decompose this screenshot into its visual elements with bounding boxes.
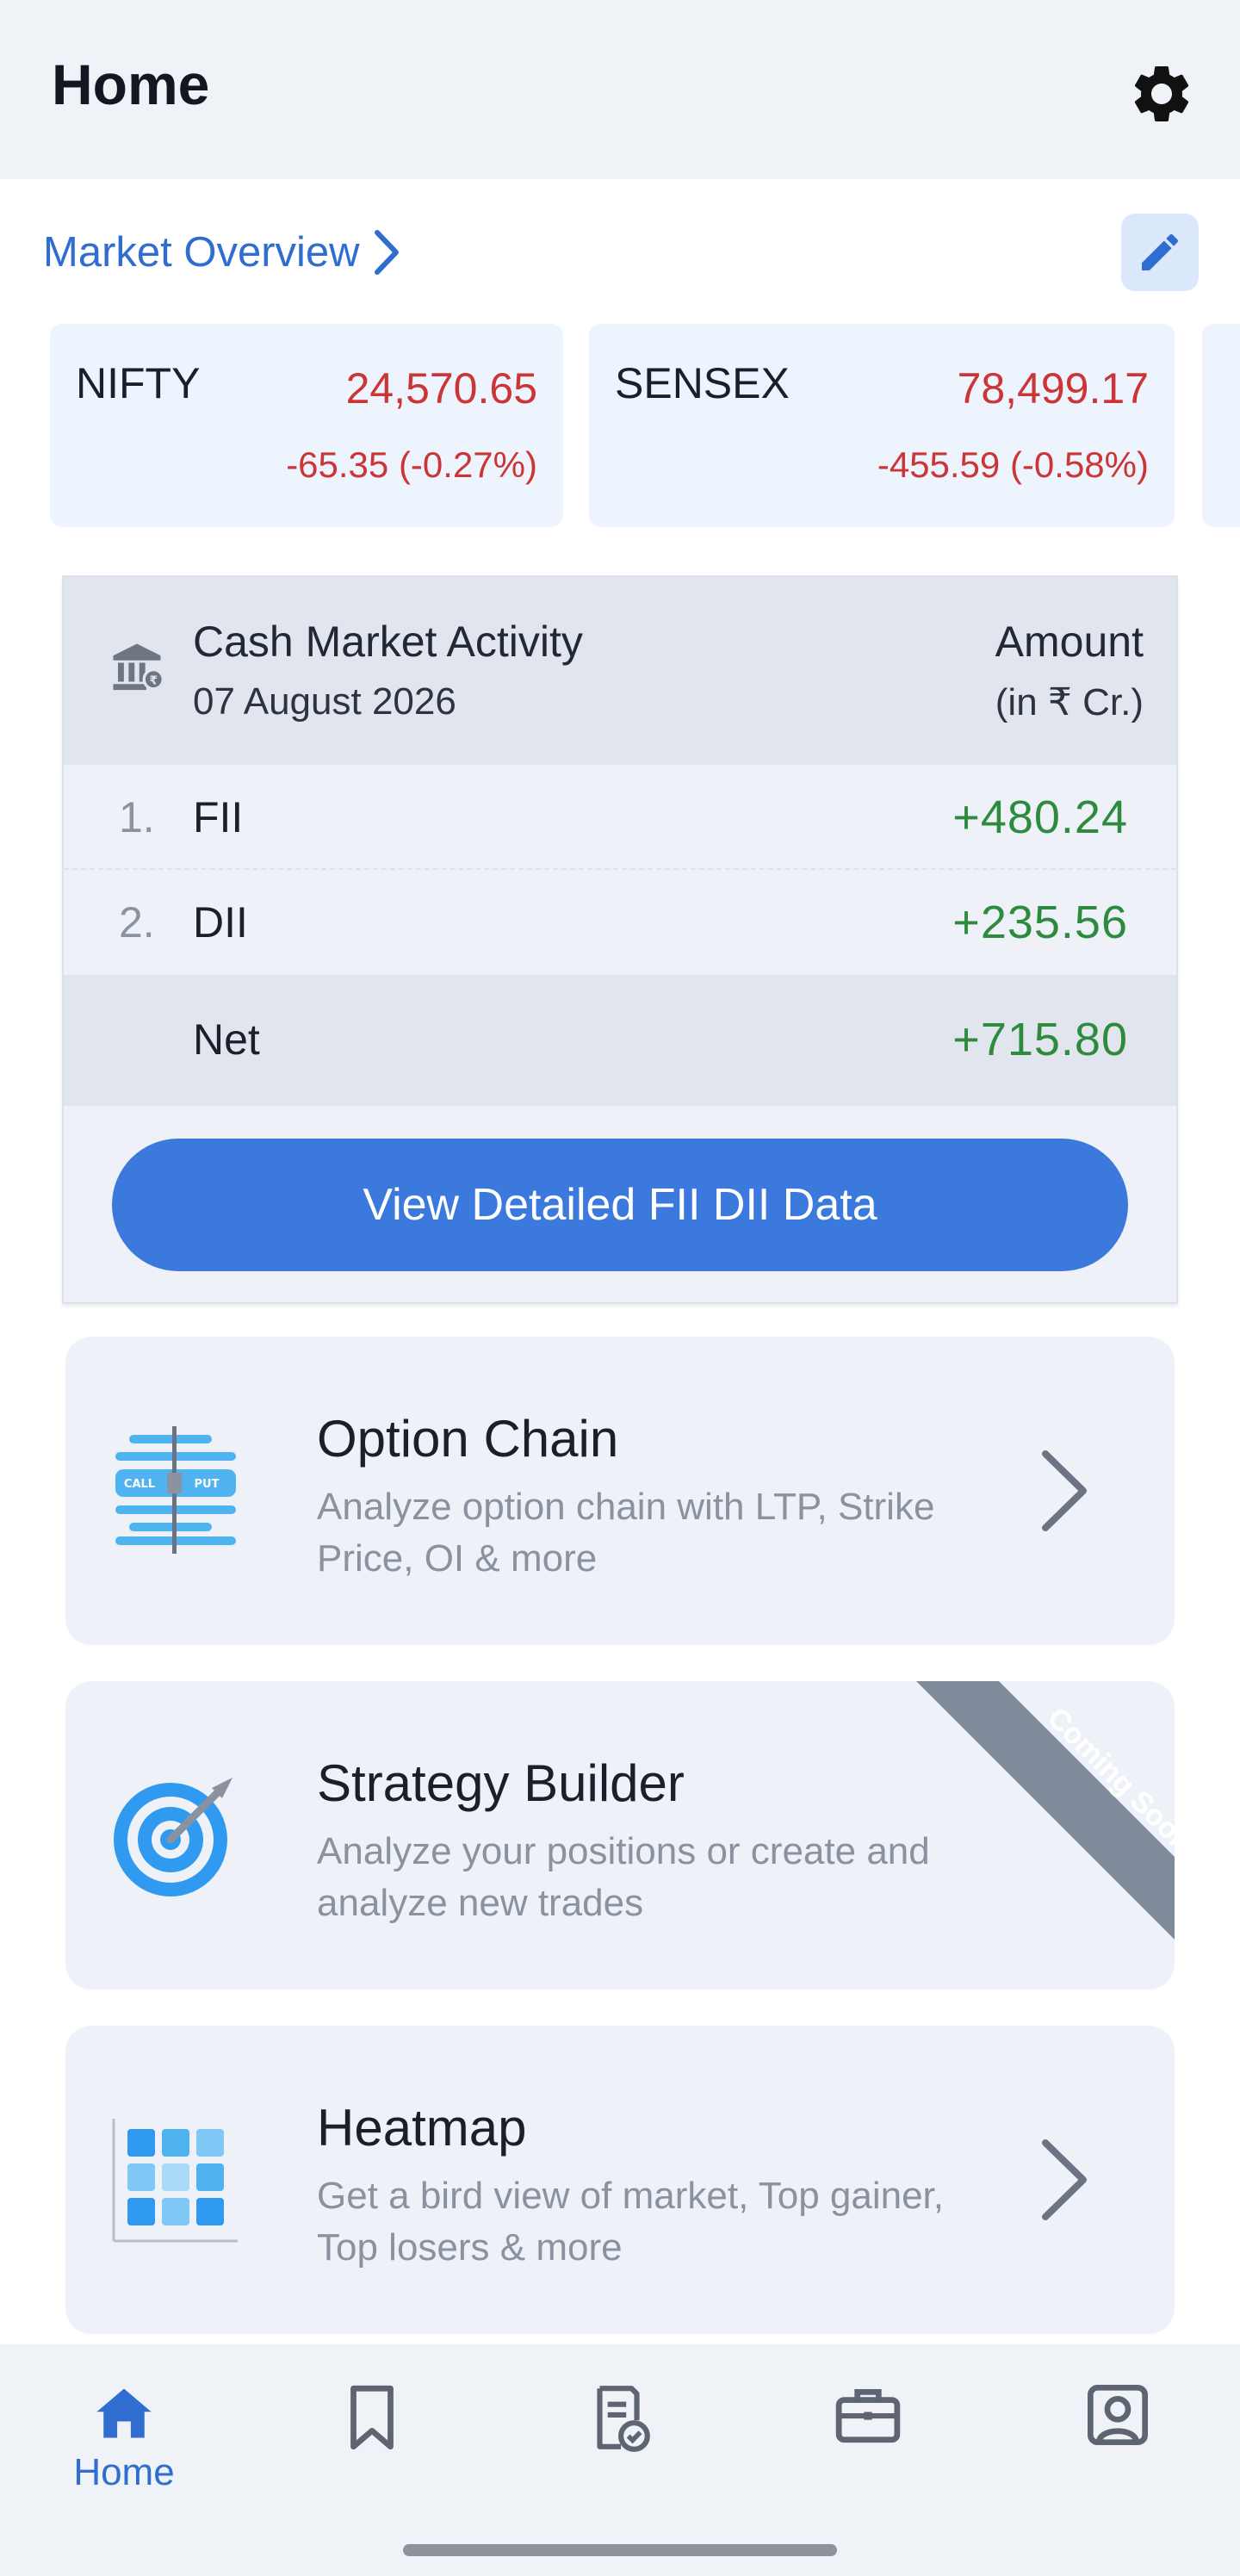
option-chain-card[interactable]: CALL PUT Option Chain Analyze option cha… xyxy=(65,1337,1175,1645)
index-price: 78,499.17 xyxy=(957,364,1149,413)
feature-description: Get a bird view of market, Top gainer, T… xyxy=(317,2175,944,2269)
app-header: Home xyxy=(0,0,1240,179)
feature-description: Analyze option chain with LTP, Strike Pr… xyxy=(317,1486,935,1580)
svg-text:₹: ₹ xyxy=(149,673,158,687)
view-fii-dii-button[interactable]: View Detailed FII DII Data xyxy=(112,1139,1128,1271)
market-overview-link[interactable]: Market Overview xyxy=(43,222,401,282)
feature-description: Analyze your positions or create and ana… xyxy=(317,1830,930,1924)
bookmark-icon xyxy=(350,2385,394,2450)
net-label: Net xyxy=(193,1015,260,1064)
row-number: 1. xyxy=(119,793,155,841)
heatmap-grid-icon xyxy=(112,2119,238,2243)
feature-title: Strategy Builder xyxy=(317,1754,685,1812)
nav-home-label: Home xyxy=(73,2451,175,2493)
orders-icon xyxy=(597,2386,650,2452)
row-value: +235.56 xyxy=(952,897,1128,948)
nav-profile[interactable] xyxy=(1030,2344,1202,2517)
home-indicator xyxy=(403,2544,837,2556)
row-label: DII xyxy=(193,898,248,947)
call-tag: CALL xyxy=(124,1478,155,1491)
nav-home[interactable]: Home xyxy=(38,2344,210,2517)
target-icon xyxy=(114,1778,232,1896)
settings-button[interactable] xyxy=(1125,57,1199,131)
chevron-right-icon xyxy=(1042,1450,1087,1531)
bottom-nav: Home xyxy=(0,2344,1240,2576)
table-row-dii: 2. DII +235.56 xyxy=(64,870,1176,975)
index-price: 24,570.65 xyxy=(345,364,537,413)
index-card-nifty[interactable]: NIFTY 24,570.65 -65.35 (-0.27%) xyxy=(50,324,563,527)
table-row-fii: 1. FII +480.24 xyxy=(64,765,1176,870)
put-tag: PUT xyxy=(195,1478,220,1491)
table-row-net: Net +715.80 xyxy=(64,975,1176,1106)
cash-market-header: ₹ Cash Market Activity 07 August 2026 Am… xyxy=(64,577,1176,765)
row-number: 2. xyxy=(119,898,155,947)
briefcase-icon xyxy=(835,2389,901,2443)
nav-watchlist[interactable] xyxy=(286,2344,458,2517)
heatmap-card[interactable]: Heatmap Get a bird view of market, Top g… xyxy=(65,2026,1175,2334)
pencil-icon xyxy=(1142,233,1179,270)
nav-portfolio[interactable] xyxy=(780,2344,952,2517)
index-change: -455.59 (-0.58%) xyxy=(877,444,1149,485)
edit-button[interactable] xyxy=(1121,214,1199,291)
cash-market-date: 07 August 2026 xyxy=(193,680,456,723)
feature-title: Heatmap xyxy=(317,2099,527,2157)
index-card-partial[interactable] xyxy=(1202,324,1240,527)
chevron-right-icon xyxy=(1042,2139,1087,2220)
index-change: -65.35 (-0.27%) xyxy=(286,444,537,485)
option-chain-icon: CALL PUT xyxy=(115,1426,236,1554)
market-overview-label: Market Overview xyxy=(43,229,360,276)
index-name: NIFTY xyxy=(76,359,201,407)
page-title: Home xyxy=(52,53,210,116)
index-name: SENSEX xyxy=(615,359,790,407)
nav-orders[interactable] xyxy=(532,2344,704,2517)
row-label: FII xyxy=(193,793,244,841)
bank-icon: ₹ xyxy=(113,643,164,691)
coming-soon-ribbon: Coming Soon xyxy=(916,1681,1175,1940)
amount-column-unit: (in ₹ Cr.) xyxy=(995,681,1144,723)
strategy-builder-card[interactable]: Strategy Builder Analyze your positions … xyxy=(65,1681,1175,1989)
chevron-right-icon xyxy=(374,230,399,275)
gear-icon xyxy=(1134,65,1189,121)
cash-market-title: Cash Market Activity xyxy=(193,618,583,666)
amount-column-title: Amount xyxy=(995,618,1144,666)
cash-market-card: ₹ Cash Market Activity 07 August 2026 Am… xyxy=(62,575,1178,1304)
index-card-sensex[interactable]: SENSEX 78,499.17 -455.59 (-0.58%) xyxy=(589,324,1175,527)
row-value: +480.24 xyxy=(952,791,1128,843)
profile-icon xyxy=(1088,2385,1148,2445)
home-icon xyxy=(96,2388,152,2438)
net-value: +715.80 xyxy=(952,1014,1128,1065)
feature-title: Option Chain xyxy=(317,1410,619,1468)
